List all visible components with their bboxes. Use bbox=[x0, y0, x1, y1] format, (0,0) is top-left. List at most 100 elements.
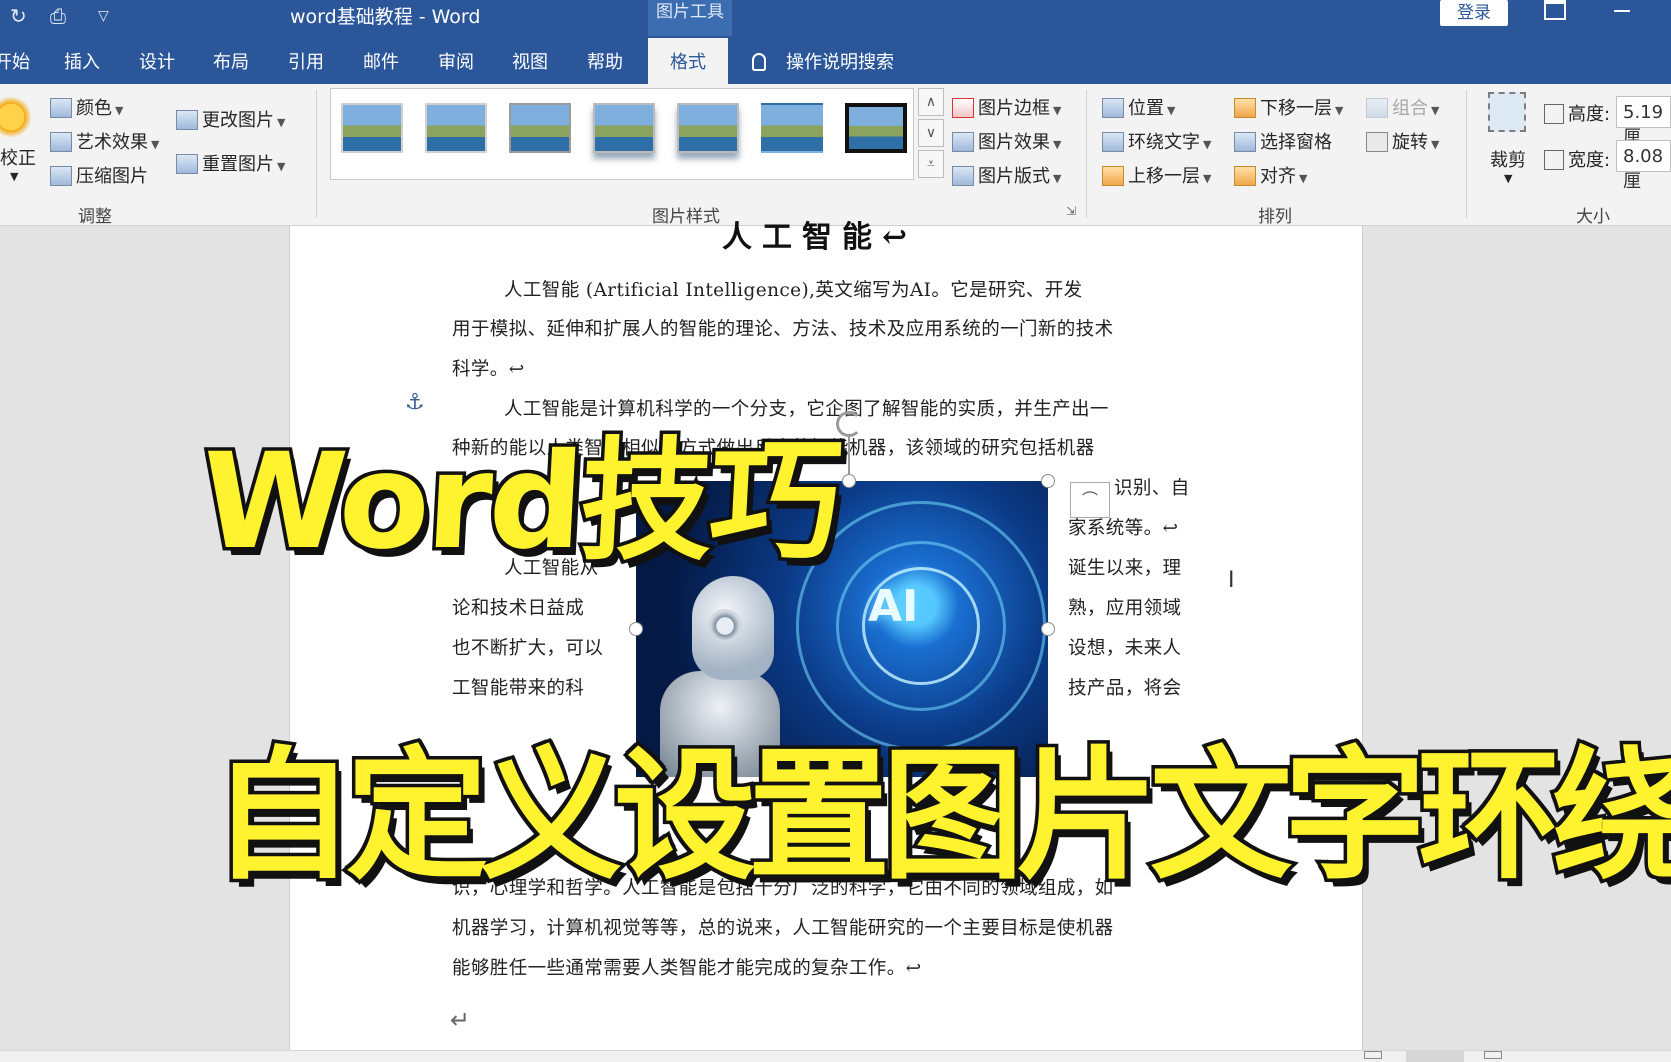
document-page[interactable]: 人工智能↩ 人工智能 (Artificial Intelligence),英文缩… bbox=[290, 220, 1362, 1050]
corrections-icon bbox=[0, 94, 34, 140]
tab-help[interactable]: 帮助 bbox=[587, 48, 623, 74]
paragraph-line: 工智能带来的科 bbox=[452, 678, 585, 699]
tab-mailings[interactable]: 邮件 bbox=[363, 48, 399, 74]
size-group-label: 大小 bbox=[1576, 207, 1610, 227]
bring-forward-button[interactable]: 上移一层 ▼ bbox=[1102, 162, 1211, 188]
ribbon-tab-bar: 开始 插入 设计 布局 引用 邮件 审阅 视图 帮助 格式 操作说明搜索 bbox=[0, 36, 1671, 84]
align-icon bbox=[1234, 166, 1256, 186]
group-divider bbox=[316, 90, 317, 218]
paragraph-line: 论和技术日益成 bbox=[452, 598, 585, 619]
crop-icon bbox=[1488, 92, 1526, 132]
wrap-text-button[interactable]: 环绕文字 ▼ bbox=[1102, 128, 1211, 154]
title-bar: ↻ ⎙ ▽ word基础教程 - Word 图片工具 登录 bbox=[0, 0, 1671, 36]
send-backward-button[interactable]: 下移一层 ▼ bbox=[1234, 94, 1343, 120]
gallery-up-icon[interactable]: ∧ bbox=[918, 88, 944, 116]
gallery-more-icon[interactable]: ⩡ bbox=[918, 150, 944, 178]
wrap-text-label: 环绕文字 bbox=[1128, 132, 1200, 153]
paragraph-line: 识别、自 bbox=[1114, 478, 1190, 499]
paragraph-line: 技产品，将会 bbox=[1068, 678, 1182, 699]
position-icon bbox=[1102, 98, 1124, 118]
style-thumbnail[interactable] bbox=[845, 103, 907, 153]
tell-me-search[interactable]: 操作说明搜索 bbox=[752, 48, 894, 74]
paragraph-line: 诞生以来，理 bbox=[1068, 558, 1182, 579]
tab-format[interactable]: 格式 bbox=[648, 38, 728, 84]
reset-picture-button[interactable]: 重置图片 ▼ bbox=[176, 150, 285, 176]
change-picture-button[interactable]: 更改图片 ▼ bbox=[176, 106, 285, 132]
tab-references[interactable]: 引用 bbox=[288, 48, 324, 74]
corrections-caret-icon: ▼ bbox=[10, 170, 19, 183]
crop-button[interactable]: 裁剪 bbox=[1490, 146, 1526, 172]
width-input[interactable]: 8.08 厘 bbox=[1616, 140, 1671, 192]
group-objects-button[interactable]: 组合 ▼ bbox=[1366, 94, 1439, 120]
minimize-icon[interactable] bbox=[1614, 10, 1630, 12]
compress-icon bbox=[50, 166, 72, 186]
tab-design[interactable]: 设计 bbox=[139, 48, 175, 74]
picture-border-button[interactable]: 图片边框 ▼ bbox=[952, 94, 1061, 120]
style-thumbnail[interactable] bbox=[761, 103, 823, 153]
color-button[interactable]: 颜色 ▼ bbox=[50, 94, 123, 120]
layout-options-icon[interactable]: ⌒ bbox=[1070, 482, 1110, 518]
arrange-group-label: 排列 bbox=[1258, 207, 1292, 227]
rotate-button[interactable]: 旋转 ▼ bbox=[1366, 128, 1439, 154]
lightbulb-icon bbox=[752, 53, 766, 71]
resize-handle[interactable] bbox=[1041, 622, 1055, 636]
ribbon-display-options-icon[interactable] bbox=[1544, 0, 1566, 20]
picture-layout-icon bbox=[952, 166, 974, 186]
selection-pane-button[interactable]: 选择窗格 bbox=[1234, 128, 1332, 154]
resize-handle[interactable] bbox=[629, 622, 643, 636]
picture-styles-group-label: 图片样式 bbox=[652, 207, 720, 227]
corrections-button[interactable]: 校正 bbox=[0, 144, 36, 170]
artistic-effects-button[interactable]: 艺术效果 ▼ bbox=[50, 128, 159, 154]
align-label: 对齐 bbox=[1260, 166, 1296, 187]
status-bar bbox=[0, 1050, 1671, 1062]
print-layout-icon[interactable] bbox=[1406, 1051, 1464, 1062]
group-divider bbox=[1466, 90, 1467, 218]
quick-print-icon[interactable]: ⎙ bbox=[50, 4, 66, 28]
login-button[interactable]: 登录 bbox=[1440, 0, 1508, 26]
tab-home[interactable]: 开始 bbox=[0, 48, 30, 74]
compress-pictures-button[interactable]: 压缩图片 bbox=[50, 162, 148, 188]
style-thumbnail[interactable] bbox=[341, 103, 403, 153]
picture-effects-icon bbox=[952, 132, 974, 152]
style-thumbnail[interactable] bbox=[425, 103, 487, 153]
gallery-down-icon[interactable]: ∨ bbox=[918, 119, 944, 147]
paragraph-line: 用于模拟、延伸和扩展人的智能的理论、方法、技术及应用系统的一门新的技术 bbox=[452, 319, 1114, 340]
picture-effects-label: 图片效果 bbox=[978, 132, 1050, 153]
adjust-group-label: 调整 bbox=[78, 207, 112, 227]
read-mode-icon[interactable] bbox=[1364, 1051, 1382, 1059]
paragraph-line: 人工智能 (Artificial Intelligence),英文缩写为AI。它… bbox=[504, 280, 1083, 301]
align-button[interactable]: 对齐 ▼ bbox=[1234, 162, 1307, 188]
tab-view[interactable]: 视图 bbox=[512, 48, 548, 74]
style-thumbnail[interactable] bbox=[593, 103, 655, 153]
bring-forward-icon bbox=[1102, 166, 1124, 186]
picture-layout-button[interactable]: 图片版式 ▼ bbox=[952, 162, 1061, 188]
reset-picture-icon bbox=[176, 154, 198, 174]
redo-icon[interactable]: ↻ bbox=[10, 4, 27, 28]
dialog-launcher-icon[interactable]: ⇲ bbox=[1066, 204, 1076, 218]
color-icon bbox=[50, 98, 72, 118]
tab-review[interactable]: 审阅 bbox=[438, 48, 474, 74]
paragraph-line: 科学。↩ bbox=[452, 359, 525, 380]
height-input[interactable]: 5.19 厘 bbox=[1616, 96, 1671, 148]
web-layout-icon[interactable] bbox=[1484, 1051, 1502, 1059]
width-icon bbox=[1544, 150, 1564, 170]
group-objects-icon bbox=[1366, 98, 1388, 118]
overlay-caption-title: Word技巧 bbox=[194, 422, 846, 583]
tab-insert[interactable]: 插入 bbox=[64, 48, 100, 74]
selection-pane-icon bbox=[1234, 132, 1256, 152]
customize-toolbar-icon[interactable]: ▽ bbox=[98, 8, 109, 24]
width-label-text: 宽度: bbox=[1568, 150, 1611, 171]
style-thumbnail[interactable] bbox=[677, 103, 739, 153]
color-label: 颜色 bbox=[76, 98, 112, 119]
group-objects-label: 组合 bbox=[1392, 98, 1428, 119]
picture-border-icon bbox=[952, 98, 974, 118]
picture-effects-button[interactable]: 图片效果 ▼ bbox=[952, 128, 1061, 154]
tab-layout[interactable]: 布局 bbox=[213, 48, 249, 74]
text-cursor-icon: I bbox=[1228, 568, 1235, 593]
picture-border-label: 图片边框 bbox=[978, 98, 1050, 119]
style-thumbnail[interactable] bbox=[509, 103, 571, 153]
position-button[interactable]: 位置 ▼ bbox=[1102, 94, 1175, 120]
resize-handle[interactable] bbox=[1041, 474, 1055, 488]
tell-me-label: 操作说明搜索 bbox=[786, 52, 894, 73]
resize-handle[interactable] bbox=[842, 474, 856, 488]
